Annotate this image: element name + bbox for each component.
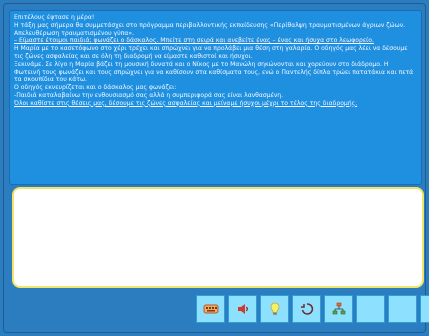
reading-text: Επιτέλους έφτασε η μέρα! Η τάξη μας σήμε… — [14, 14, 416, 108]
reading-paragraph-4: Η Μαρία με το κασετόφωνο στο χέρι τρέχει… — [14, 45, 408, 60]
speaker-button[interactable] — [228, 295, 257, 323]
toolbar — [196, 295, 429, 323]
reading-panel: Επιτέλους έφτασε η μέρα! Η τάξη μας σήμε… — [9, 10, 422, 185]
speaker-icon — [237, 304, 248, 314]
hierarchy-icon — [332, 302, 345, 315]
reading-paragraph-2: Η τάξη μας σήμερα θα συμμετάσχει στο πρό… — [14, 21, 406, 37]
empty-button-1[interactable] — [356, 295, 385, 323]
hint-button[interactable] — [260, 295, 289, 323]
lightbulb-icon — [270, 302, 279, 315]
reading-paragraph-1: Επιτέλους έφτασε η μέρα! — [14, 14, 95, 21]
empty-button-2[interactable] — [388, 295, 417, 323]
keyboard-icon — [203, 304, 218, 314]
reading-paragraph-5: Ξεκινάμε. Σε λίγο η Μαρία βάζει τη μουσι… — [14, 60, 414, 84]
answer-textbox[interactable] — [12, 187, 424, 288]
reading-paragraph-7: -Παιδιά καταλαβαίνω την ενθουσιασμό σας … — [14, 91, 284, 99]
undo-icon — [300, 303, 313, 315]
structure-button[interactable] — [324, 295, 353, 323]
exit-button[interactable] — [420, 295, 429, 323]
reading-paragraph-8: Όλοι καθίστε στις θέσεις μας, δέσουμε τι… — [14, 99, 358, 107]
reading-paragraph-6: Ο οδηγός εκνευρίζεται και ο δάσκαλος μας… — [14, 84, 177, 92]
undo-button[interactable] — [292, 295, 321, 323]
keyboard-button[interactable] — [196, 295, 225, 323]
